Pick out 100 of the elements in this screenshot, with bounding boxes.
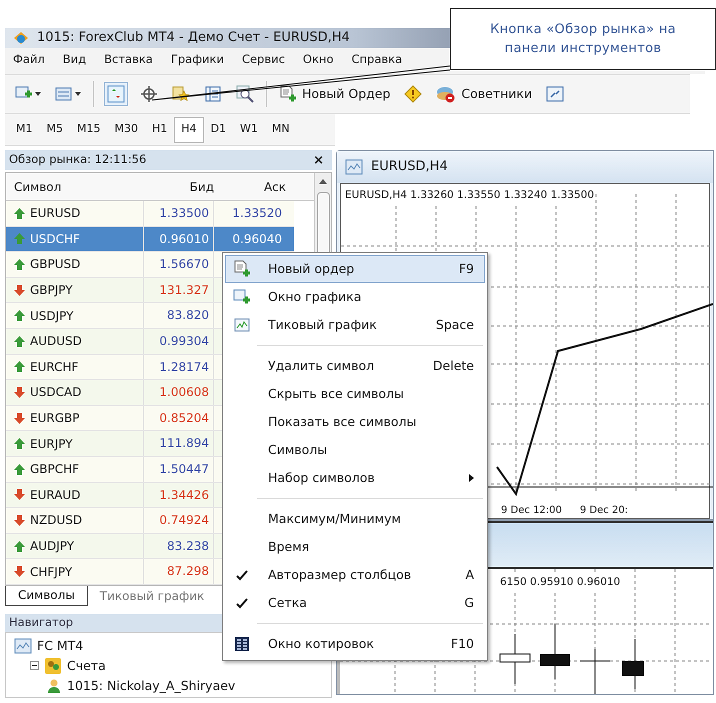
new-order-button[interactable]: Новый Ордер bbox=[277, 82, 392, 106]
time-label: 9 Dec 20: bbox=[580, 504, 628, 518]
table-cell: 0.85204 bbox=[144, 406, 214, 430]
table-cell: AUDJPY bbox=[6, 534, 144, 558]
menu-item[interactable]: Справка bbox=[351, 51, 402, 68]
experts-button[interactable]: Советники bbox=[434, 82, 534, 106]
chart-title: EURUSD,H4 bbox=[371, 158, 448, 176]
tab[interactable]: Символы bbox=[5, 586, 88, 606]
tree-item[interactable]: FC MT4 bbox=[37, 636, 84, 656]
timeframe-button[interactable]: MN bbox=[264, 116, 297, 142]
tree-item[interactable]: 1015: Nickolay_A_Shiryaev bbox=[67, 676, 236, 696]
caret-icon bbox=[75, 92, 81, 96]
menu-item[interactable]: Вид bbox=[62, 51, 86, 68]
table-row[interactable]: EURUSD 1.33500 1.33520 bbox=[6, 201, 294, 227]
table-cell: NZDUSD bbox=[6, 508, 144, 533]
window-plus-icon bbox=[233, 289, 251, 305]
table-cell: USDJPY bbox=[6, 303, 144, 328]
time-label: 9 Dec 12:00 bbox=[501, 504, 562, 518]
candlestick bbox=[540, 624, 570, 680]
line-chart-icon bbox=[234, 318, 250, 332]
scroll-up-icon[interactable] bbox=[319, 179, 327, 184]
window-title: 1015: ForexClub MT4 - Демо Счет - EURUSD,H4 bbox=[37, 29, 350, 48]
timeframe-button[interactable]: W1 bbox=[233, 116, 265, 142]
candlestick bbox=[500, 634, 530, 684]
menu-item[interactable]: Вставка bbox=[104, 51, 153, 68]
menu-item[interactable]: Окно котировок F10 bbox=[225, 630, 485, 658]
table-cell: EURUSD bbox=[6, 201, 144, 226]
collapse-icon[interactable] bbox=[30, 661, 39, 670]
document-plus-icon bbox=[279, 85, 297, 103]
table-cell: 111.894 bbox=[144, 431, 214, 456]
table-cell: 0.96010 bbox=[144, 226, 214, 252]
close-button[interactable]: × bbox=[309, 154, 328, 166]
table-cell: 1.34426 bbox=[144, 482, 214, 508]
column-header: Аск bbox=[262, 178, 286, 196]
callout-text: Кнопка «Обзор рынка» на bbox=[490, 20, 676, 38]
column-header: Символ bbox=[13, 178, 62, 196]
alert-icon bbox=[404, 85, 422, 103]
timeframe-button[interactable]: M5 bbox=[40, 116, 70, 142]
market-watch-icon bbox=[107, 85, 125, 103]
callout-text: панели инструментов bbox=[504, 40, 662, 58]
app-icon bbox=[13, 31, 29, 45]
document-plus-icon bbox=[233, 260, 251, 278]
table-cell: 0.99304 bbox=[144, 328, 214, 354]
chart-window-icon bbox=[14, 638, 32, 654]
table-cell: 0.74924 bbox=[144, 508, 214, 533]
table-cell: 87.298 bbox=[144, 559, 214, 584]
timeframe-button[interactable]: M1 bbox=[9, 116, 40, 142]
table-cell: 1.50447 bbox=[144, 456, 214, 482]
table-cell: GBPJPY bbox=[6, 278, 144, 302]
favorites-icon bbox=[172, 85, 190, 103]
profiles-icon bbox=[55, 86, 73, 102]
menu-item[interactable]: Сетка G bbox=[225, 589, 485, 617]
crosshair-icon bbox=[140, 85, 158, 103]
table-cell: EURCHF bbox=[6, 354, 144, 380]
table-cell-text: 1.33520 bbox=[231, 205, 283, 222]
menu-item[interactable]: Сервис bbox=[242, 51, 285, 68]
users-icon bbox=[44, 656, 62, 675]
table-cell: 83.820 bbox=[144, 303, 214, 328]
timeframe-button[interactable]: D1 bbox=[204, 116, 234, 142]
table-cell: EURAUD bbox=[6, 482, 144, 508]
table-icon bbox=[234, 636, 250, 652]
chart-info: 6150 0.95910 0.96010 bbox=[500, 575, 620, 591]
menu-item[interactable]: Новый ордер F9 bbox=[225, 255, 485, 283]
market-watch-button[interactable] bbox=[104, 82, 128, 106]
timeframe-button[interactable]: M30 bbox=[108, 116, 145, 142]
zoom-button[interactable] bbox=[234, 83, 256, 105]
user-icon bbox=[46, 678, 62, 694]
table-cell: EURJPY bbox=[6, 431, 144, 456]
timeframe-button[interactable]: M15 bbox=[70, 116, 108, 142]
table-cell: 83.238 bbox=[144, 534, 214, 558]
zoom-icon bbox=[236, 85, 254, 103]
chart-info: EURUSD,H4 1.33260 1.33550 1.33240 1.33500 bbox=[345, 188, 594, 204]
menu-item[interactable]: Окно bbox=[302, 51, 334, 68]
table-cell: AUDUSD bbox=[6, 328, 144, 354]
table-cell: 131.327 bbox=[144, 278, 214, 302]
table-cell: GBPUSD bbox=[6, 252, 144, 277]
timeframe-button[interactable]: H1 bbox=[145, 116, 174, 142]
column-header: Бид bbox=[188, 178, 214, 196]
table-cell: 1.00608 bbox=[144, 380, 214, 405]
alert-button[interactable] bbox=[402, 83, 424, 105]
table-cell: USDCHF bbox=[6, 226, 144, 252]
crosshair-button[interactable] bbox=[138, 83, 160, 105]
table-cell: 1.28174 bbox=[144, 354, 214, 380]
timeframe-button[interactable]: H4 bbox=[174, 116, 204, 142]
panel-title: Обзор рынка: 12:11:56 bbox=[9, 151, 146, 168]
candlestick bbox=[622, 638, 644, 690]
menu-item[interactable]: Графики bbox=[170, 51, 224, 68]
table-row[interactable]: USDCHF 0.96010 0.96040 bbox=[6, 226, 294, 252]
fullscreen-icon bbox=[546, 85, 564, 103]
table-cell: USDCAD bbox=[6, 380, 144, 405]
table-cell: 1.33500 bbox=[144, 201, 214, 226]
table-cell: CHFJPY bbox=[6, 559, 144, 584]
table-cell: EURGBP bbox=[6, 406, 144, 430]
caret-icon bbox=[35, 92, 41, 96]
menu-item[interactable]: Файл bbox=[13, 51, 45, 68]
table-cell: 1.56670 bbox=[144, 252, 214, 277]
tree-item[interactable]: Счета bbox=[67, 656, 106, 676]
panel-title: Навигатор bbox=[9, 614, 74, 632]
tab[interactable]: Тиковый график bbox=[88, 586, 216, 606]
candlestick bbox=[580, 648, 610, 694]
